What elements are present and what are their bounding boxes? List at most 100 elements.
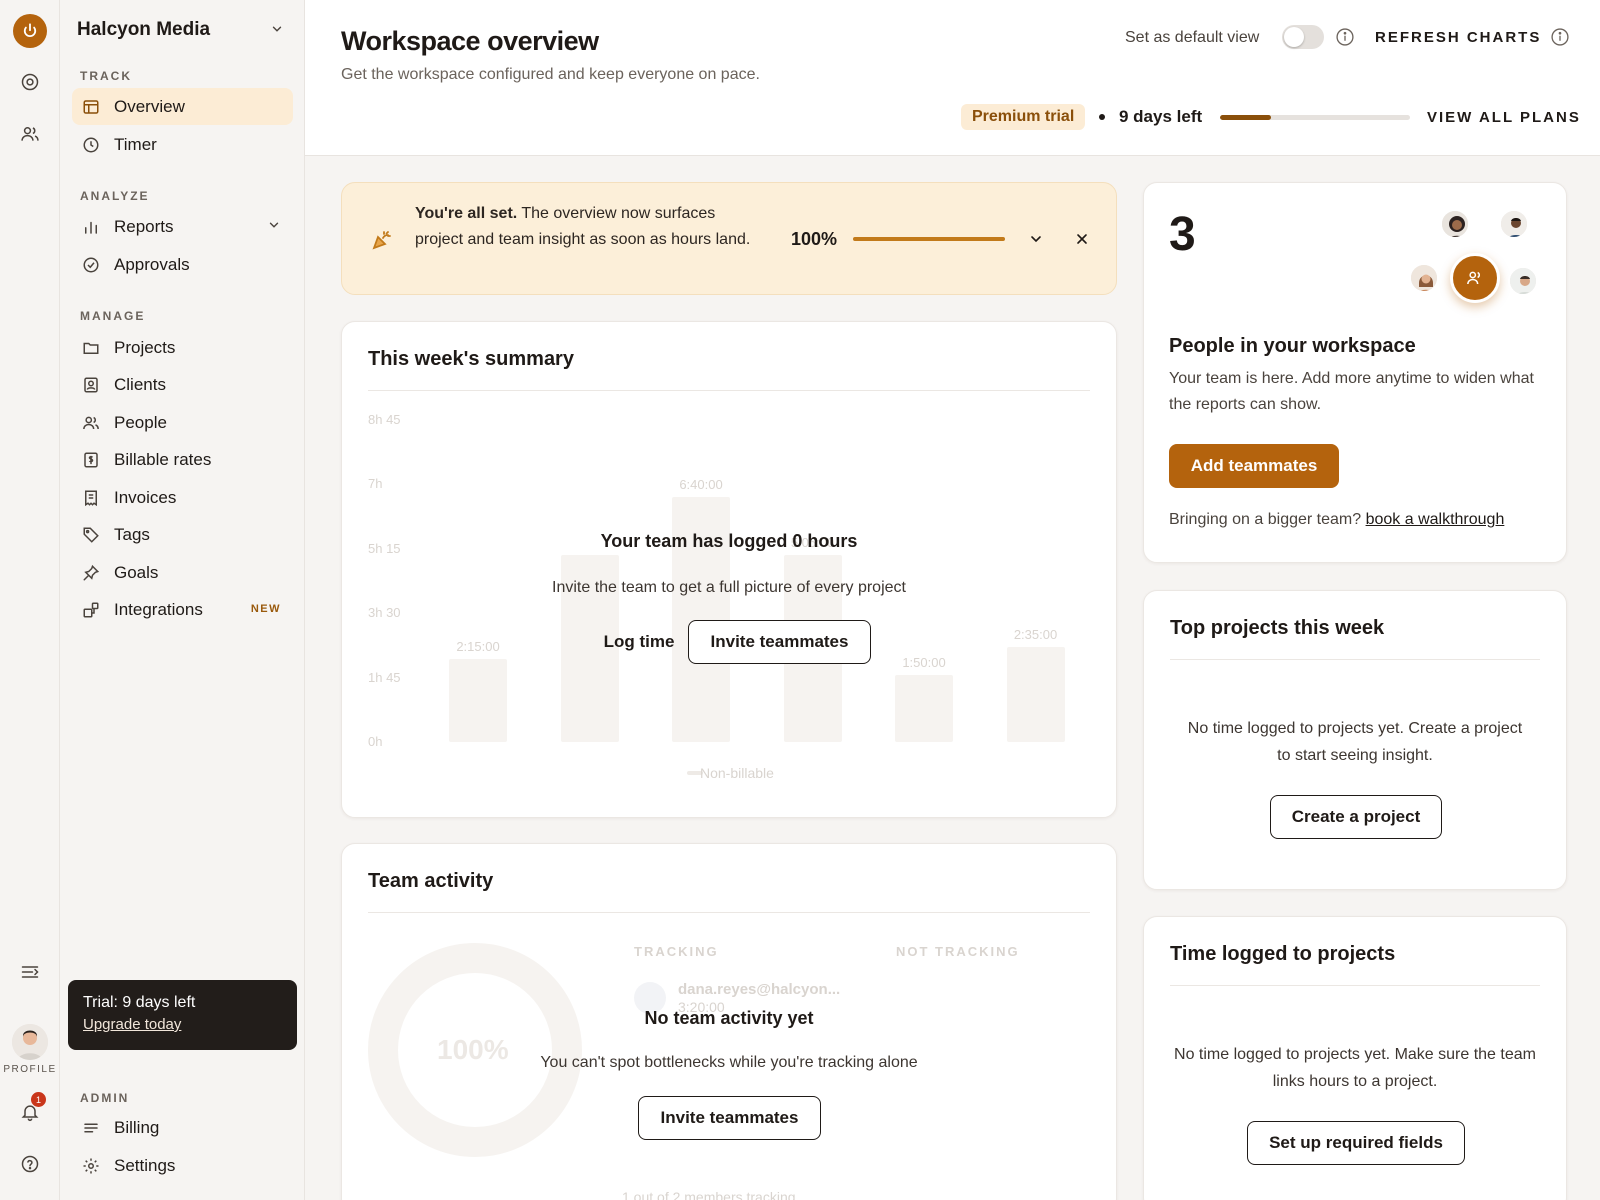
sidebar-item-label: Integrations [114,599,203,619]
sidebar-item-settings[interactable]: Settings [72,1147,293,1184]
y-tick-label: 7h [368,476,383,492]
power-logo-icon[interactable] [13,14,47,48]
clock-icon [82,136,100,154]
info-icon[interactable] [1550,27,1570,47]
card-title: Time logged to projects [1170,943,1396,965]
member-avatar [1508,266,1538,296]
sidebar-item-label: Overview [114,96,185,116]
bar-chart-icon [82,218,100,236]
banner-bold: You're all set. [415,205,518,222]
sidebar-item-timer[interactable]: Timer [72,126,293,163]
separator-dot [1099,114,1105,120]
sidebar-item-label: Billing [114,1117,160,1137]
sidebar-item-label: Billable rates [114,449,212,469]
chevron-down-icon[interactable] [270,22,284,36]
sidebar-item-tags[interactable]: Tags [72,516,293,553]
sidebar: Halcyon Media TRACK Overview Timer ANALY… [60,0,305,1200]
sidebar-item-clients[interactable]: Clients [72,366,293,403]
summary-empty-title: Your team has logged 0 hours [600,531,858,551]
chevron-down-icon[interactable] [1028,231,1044,247]
card-title: Team activity [368,870,494,892]
sidebar-item-billable-rates[interactable]: Billable rates [72,441,293,478]
people-text: Your team is here. Add more anytime to w… [1169,370,1534,413]
default-view-toggle[interactable] [1282,25,1324,49]
chevron-down-icon[interactable] [267,218,281,232]
default-view-label: Set as default view [1125,29,1260,46]
sidebar-item-label: Projects [114,337,176,357]
banner-percent: 100% [791,229,838,249]
check-circle-icon [82,256,100,274]
banner-progress-bar [853,237,1005,241]
invoice-icon [82,489,100,507]
days-left: 9 days left [1119,107,1203,126]
y-tick-label: 8h 45 [368,412,401,427]
divider [1170,985,1540,986]
bigger-team-line: Bringing on a bigger team? book a walkth… [1169,511,1504,529]
info-icon[interactable] [1335,27,1355,47]
sidebar-item-label: Settings [114,1155,176,1175]
bigger-team-text: Bringing on a bigger team? [1169,511,1362,528]
time-logged-card: Time logged to projects No time logged t… [1143,916,1567,1200]
add-user-icon[interactable] [1450,253,1500,303]
section-track: TRACK [80,69,132,83]
time-logged-empty-text: No time logged to projects yet. Make sur… [1174,1046,1536,1090]
card-title: This week's summary [368,348,574,370]
close-icon[interactable] [1074,231,1090,247]
member-avatar [1409,263,1439,293]
help-icon[interactable] [18,1152,42,1176]
workspace-name[interactable]: Halcyon Media [77,19,210,41]
walkthrough-link[interactable]: book a walkthrough [1366,511,1505,528]
upgrade-link[interactable]: Upgrade today [83,1016,181,1033]
dollar-icon [82,451,100,469]
people-title: People in your workspace [1169,335,1416,357]
sidebar-item-billing[interactable]: Billing [72,1109,293,1146]
log-time-button[interactable]: Log time [594,620,684,664]
create-project-button[interactable]: Create a project [1270,795,1442,839]
sidebar-item-reports[interactable]: Reports [72,208,293,245]
chart-bar [1006,646,1065,742]
sidebar-item-invoices[interactable]: Invoices [72,479,293,516]
team-activity-card: Team activity 100% TRACKING NOT TRACKING… [341,843,1117,1200]
sidebar-item-label: Reports [114,216,174,236]
divider [368,912,1090,913]
folder-icon [82,339,100,357]
banner-message: You're all set. The overview now surface… [415,201,760,253]
set-up-required-fields-button[interactable]: Set up required fields [1247,1121,1465,1165]
invite-teammates-button[interactable]: Invite teammates [688,620,871,664]
contact-card-icon [82,376,100,394]
sidebar-item-label: Tags [114,524,150,544]
bar-value-label: 2:35:00 [1013,626,1058,642]
pin-icon [82,564,100,582]
people-count: 3 [1169,208,1196,261]
sidebar-item-people[interactable]: People [72,404,293,441]
target-icon[interactable] [18,70,42,94]
people-icon [82,414,100,432]
view-all-plans-button[interactable]: VIEW ALL PLANS [1427,109,1581,126]
sidebar-item-integrations[interactable]: Integrations NEW [72,591,293,628]
sidebar-item-approvals[interactable]: Approvals [72,246,293,283]
trial-title: Trial: 9 days left [83,994,196,1011]
y-tick-label: 0h [368,734,383,749]
notification-badge: 1 [31,1092,46,1107]
not-tracking-header: NOT TRACKING [896,944,1020,959]
add-teammates-button[interactable]: Add teammates [1169,444,1339,488]
member-avatar [1440,209,1470,239]
app-rail: PROFILE 1 [0,0,60,1200]
profile-avatar[interactable] [12,1024,48,1060]
section-analyze: ANALYZE [80,189,150,203]
bar-value-label: 1:50:00 [902,654,946,670]
member-email: dana.reyes@halcyon... [678,981,841,998]
top-projects-card: Top projects this week No time logged to… [1143,590,1567,890]
overview-icon [82,98,100,116]
refresh-charts-button[interactable]: REFRESH CHARTS [1375,29,1541,46]
sidebar-item-overview[interactable]: Overview [72,88,293,125]
sidebar-item-goals[interactable]: Goals [72,554,293,591]
sidebar-item-label: Approvals [114,254,190,274]
y-tick-label: 1h 45 [368,669,401,685]
sidebar-item-projects[interactable]: Projects [72,329,293,366]
team-icon[interactable] [18,122,42,146]
member-avatar [1499,209,1529,239]
invite-teammates-button[interactable]: Invite teammates [638,1096,821,1140]
collapse-menu-icon[interactable] [18,960,42,984]
party-popper-icon [370,227,394,251]
